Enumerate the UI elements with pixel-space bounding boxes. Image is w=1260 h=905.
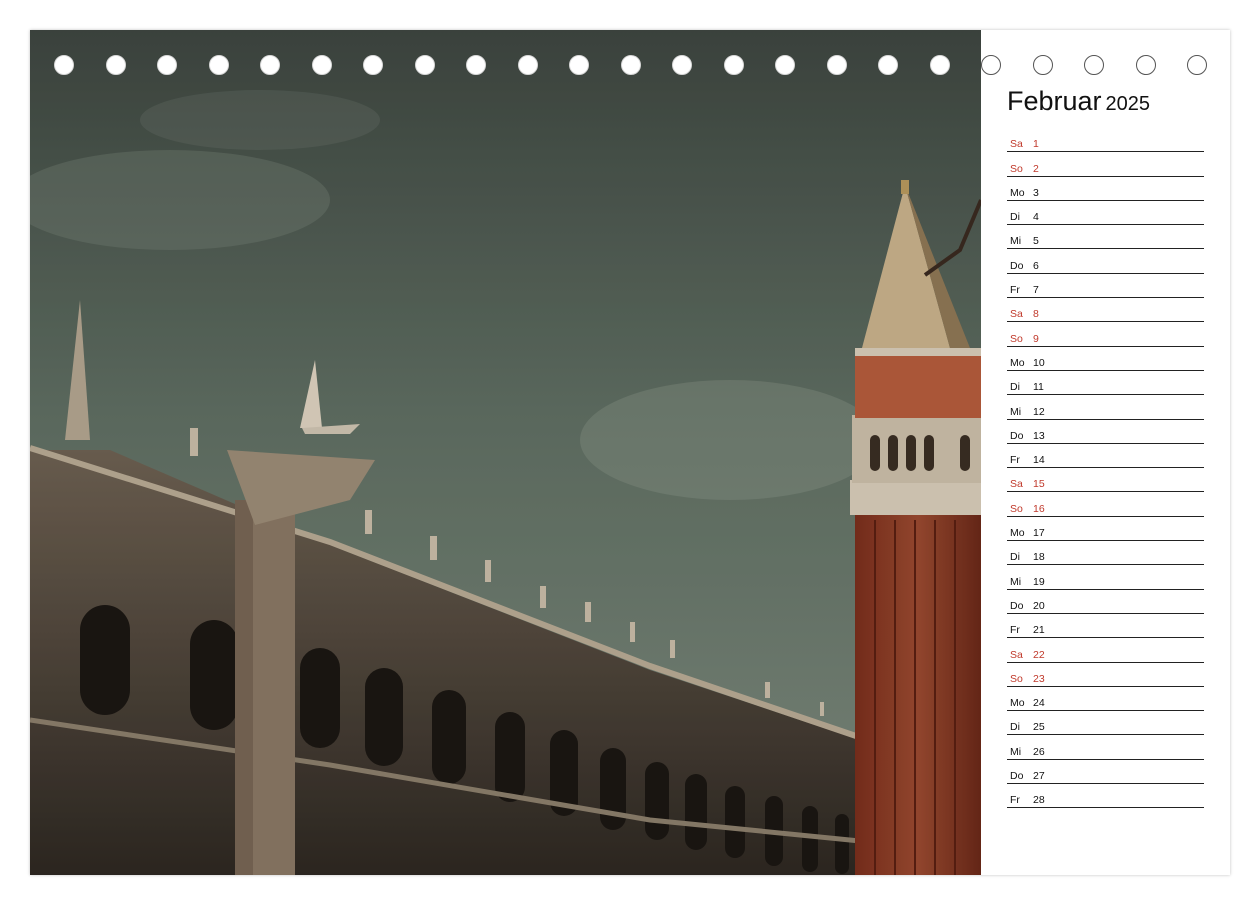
day-number: 28	[1033, 794, 1045, 807]
day-row: Di 25	[1007, 711, 1204, 736]
day-number: 2	[1033, 162, 1039, 175]
weekday-label: Mi	[1010, 745, 1022, 758]
day-row: So 23	[1007, 663, 1204, 687]
day-row: Do 13	[1007, 420, 1204, 444]
weekday-label: Sa	[1010, 478, 1023, 491]
weekday-label: Mi	[1010, 405, 1022, 418]
weekday-label: Fr	[1010, 284, 1020, 297]
day-row: Sa 22	[1007, 638, 1204, 663]
day-row: Fr 21	[1007, 614, 1204, 639]
day-number: 7	[1033, 284, 1039, 297]
weekday-label: Sa	[1010, 308, 1023, 321]
day-number: 10	[1033, 356, 1045, 369]
venice-piazza-san-marco-photo-icon	[30, 30, 981, 875]
weekday-label: Sa	[1010, 138, 1023, 151]
day-number: 17	[1033, 527, 1045, 540]
weekday-label: Do	[1010, 429, 1024, 442]
day-number: 24	[1033, 697, 1045, 710]
day-row: Do 27	[1007, 760, 1204, 785]
day-number: 21	[1033, 624, 1045, 637]
day-row: Fr 14	[1007, 444, 1204, 469]
day-row: Do 6	[1007, 249, 1204, 274]
day-number: 19	[1033, 575, 1045, 588]
day-row: Mi 26	[1007, 735, 1204, 760]
day-row: Sa 1	[1007, 128, 1204, 153]
weekday-label: Do	[1010, 770, 1024, 783]
day-number: 4	[1033, 211, 1039, 224]
weekday-label: Di	[1010, 551, 1020, 564]
weekday-label: Mo	[1010, 186, 1025, 199]
day-number: 9	[1033, 332, 1039, 345]
day-row: Sa 15	[1007, 468, 1204, 493]
weekday-label: Mo	[1010, 356, 1025, 369]
day-row: Fr 7	[1007, 274, 1204, 299]
day-number: 11	[1033, 381, 1044, 394]
day-number: 26	[1033, 745, 1045, 758]
weekday-label: Mo	[1010, 697, 1025, 710]
day-row: Di 4	[1007, 201, 1204, 226]
month-title: Februar 2025	[1007, 86, 1150, 117]
day-number: 5	[1033, 235, 1039, 248]
day-number: 12	[1033, 405, 1045, 418]
day-number: 8	[1033, 308, 1039, 321]
weekday-label: So	[1010, 332, 1023, 345]
calendar-date-panel: Februar 2025 Sa 1 So 2 Mo 3 Di 4 Mi 5 Do 6 Fr 7 Sa 8 So 9 M…	[981, 30, 1230, 875]
day-row: Mi 19	[1007, 565, 1204, 590]
day-row: Mo 10	[1007, 347, 1204, 371]
weekday-label: So	[1010, 162, 1023, 175]
weekday-label: Fr	[1010, 794, 1020, 807]
day-number: 25	[1033, 721, 1045, 734]
day-number: 1	[1033, 138, 1039, 151]
weekday-label: Sa	[1010, 648, 1023, 661]
weekday-label: Di	[1010, 721, 1020, 734]
day-number: 20	[1033, 599, 1045, 612]
day-number: 22	[1033, 648, 1045, 661]
weekday-label: So	[1010, 502, 1023, 515]
day-number: 3	[1033, 186, 1039, 199]
weekday-label: Di	[1010, 381, 1020, 394]
day-row: Di 11	[1007, 371, 1204, 396]
day-number: 27	[1033, 770, 1045, 783]
weekday-label: Fr	[1010, 454, 1020, 467]
day-row: So 2	[1007, 152, 1204, 177]
weekday-label: So	[1010, 672, 1023, 685]
day-number: 14	[1033, 454, 1045, 467]
day-row: Di 18	[1007, 541, 1204, 566]
day-row: Fr 28	[1007, 784, 1204, 809]
day-row: Do 20	[1007, 590, 1204, 614]
day-row: Mo 17	[1007, 517, 1204, 542]
day-list: Sa 1 So 2 Mo 3 Di 4 Mi 5 Do 6 Fr 7 Sa 8 So 9 Mo 10 Di 11 Mi 12 D…	[1007, 128, 1204, 809]
day-number: 16	[1033, 502, 1045, 515]
weekday-label: Di	[1010, 211, 1020, 224]
day-row: Mo 24	[1007, 687, 1204, 712]
weekday-label: Mo	[1010, 527, 1025, 540]
day-row: So 9	[1007, 322, 1204, 347]
weekday-label: Do	[1010, 599, 1024, 612]
day-row: Mo 3	[1007, 177, 1204, 201]
calendar-photo	[30, 30, 981, 875]
weekday-label: Mi	[1010, 235, 1022, 248]
weekday-label: Mi	[1010, 575, 1022, 588]
calendar-page: Februar 2025 Sa 1 So 2 Mo 3 Di 4 Mi 5 Do 6 Fr 7 Sa 8 So 9 M…	[30, 30, 1230, 875]
year-label: 2025	[1105, 93, 1151, 115]
day-number: 18	[1033, 551, 1045, 564]
month-name: Februar	[1007, 86, 1102, 116]
day-number: 23	[1033, 672, 1045, 685]
weekday-label: Fr	[1010, 624, 1020, 637]
day-row: Mi 12	[1007, 395, 1204, 420]
day-row: Sa 8	[1007, 298, 1204, 323]
day-number: 13	[1033, 429, 1045, 442]
day-row: Mi 5	[1007, 225, 1204, 250]
weekday-label: Do	[1010, 259, 1024, 272]
day-number: 6	[1033, 259, 1039, 272]
day-row: So 16	[1007, 492, 1204, 517]
day-number: 15	[1033, 478, 1045, 491]
